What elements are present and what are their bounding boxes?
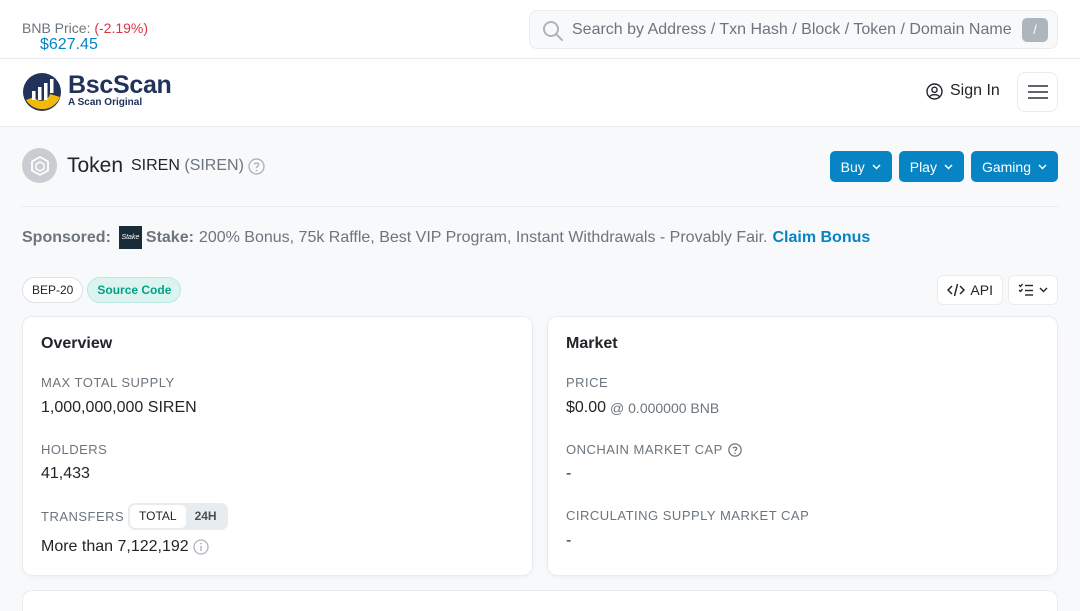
sign-in-label: Sign In bbox=[950, 82, 1000, 99]
hamburger-icon bbox=[1027, 85, 1048, 99]
market-title: Market bbox=[566, 335, 618, 352]
token-badges: BEP-20 Source Code bbox=[22, 277, 182, 303]
sign-in-link[interactable]: Sign In bbox=[926, 82, 1000, 100]
chevron-down-icon bbox=[944, 163, 953, 170]
overview-title: Overview bbox=[41, 335, 113, 352]
overview-card: Overview MAX TOTAL SUPPLY 1,000,000,000 … bbox=[22, 316, 533, 576]
claim-bonus-link[interactable]: Claim Bonus bbox=[772, 229, 870, 247]
bscscan-logo-icon[interactable] bbox=[22, 72, 62, 112]
token-name: SIREN (SIREN) bbox=[131, 157, 244, 175]
circ-mcap-label: CIRCULATING SUPPLY MARKET CAP bbox=[566, 508, 810, 523]
buy-button[interactable]: Buy bbox=[829, 151, 892, 182]
search-box[interactable]: / bbox=[529, 10, 1058, 49]
chevron-down-icon bbox=[1038, 163, 1047, 170]
top-bar: BNB Price: $627.45 (-2.19%) / bbox=[0, 0, 1080, 59]
header-divider bbox=[22, 206, 1058, 207]
token-name-text: SIREN bbox=[131, 157, 180, 174]
brand-tagline: A Scan Original bbox=[68, 97, 143, 108]
price-bnb: @ 0.000000 BNB bbox=[610, 400, 720, 416]
token-symbol: (SIREN) bbox=[184, 157, 244, 174]
price-usd: $0.00 bbox=[566, 399, 607, 416]
transfers-tab-total[interactable]: TOTAL bbox=[130, 505, 186, 528]
stake-logo-icon[interactable]: Stake bbox=[118, 226, 142, 249]
chevron-down-icon bbox=[1039, 287, 1048, 293]
menu-toggle-button[interactable] bbox=[1017, 72, 1058, 112]
api-label: API bbox=[970, 282, 993, 298]
more-options-button[interactable] bbox=[1008, 275, 1058, 305]
transfers-tab-24h[interactable]: 24H bbox=[186, 505, 226, 528]
onchain-mcap-label-text: ONCHAIN MARKET CAP bbox=[566, 442, 723, 457]
token-actions: Buy Play Gaming bbox=[829, 151, 1058, 182]
search-input[interactable] bbox=[572, 13, 1012, 46]
token-header: Token SIREN (SIREN) Buy Play Gaming bbox=[22, 148, 1058, 184]
gaming-button[interactable]: Gaming bbox=[970, 151, 1058, 182]
help-icon[interactable] bbox=[728, 442, 742, 457]
main-navbar: BscScan A Scan Original Sign In bbox=[0, 59, 1080, 127]
transfers-value: More than 7,122,192 bbox=[41, 538, 209, 556]
list-check-icon bbox=[1018, 283, 1033, 296]
price-label: PRICE bbox=[566, 375, 609, 390]
gaming-label: Gaming bbox=[981, 158, 1031, 175]
toolbar: API bbox=[937, 275, 1058, 305]
onchain-mcap-label: ONCHAIN MARKET CAP bbox=[566, 442, 742, 457]
code-icon bbox=[947, 283, 966, 297]
chevron-down-icon bbox=[872, 163, 881, 170]
transfers-label: TRANSFERS bbox=[41, 509, 125, 524]
price-value: $0.00 @ 0.000000 BNB bbox=[566, 399, 719, 417]
token-logo-icon bbox=[22, 148, 57, 183]
max-supply-label: MAX TOTAL SUPPLY bbox=[41, 375, 175, 390]
market-card: Market PRICE $0.00 @ 0.000000 BNB ONCHAI… bbox=[547, 316, 1058, 576]
transfers-value-text: More than 7,122,192 bbox=[41, 538, 189, 555]
search-shortcut-key: / bbox=[1022, 18, 1048, 42]
sponsored-banner: Sponsored: Stake Stake: 200% Bonus, 75k … bbox=[22, 226, 870, 249]
brand-name[interactable]: BscScan bbox=[68, 71, 172, 100]
api-button[interactable]: API bbox=[937, 275, 1003, 305]
transfers-toggle: TOTAL 24H bbox=[128, 503, 228, 530]
source-code-badge[interactable]: Source Code bbox=[87, 277, 182, 303]
bep20-badge[interactable]: BEP-20 bbox=[22, 277, 84, 303]
bnb-price-value[interactable]: $627.45 bbox=[40, 36, 98, 54]
circ-mcap-value: - bbox=[566, 532, 572, 549]
sponsored-label: Sponsored: bbox=[22, 228, 111, 246]
max-supply-value: 1,000,000,000 SIREN bbox=[41, 399, 197, 416]
next-section-card bbox=[22, 590, 1058, 611]
holders-label: HOLDERS bbox=[41, 442, 108, 457]
info-icon[interactable] bbox=[193, 539, 209, 555]
sponsor-name: Stake: bbox=[145, 228, 194, 246]
holders-value: 41,433 bbox=[41, 465, 90, 482]
bnb-price: BNB Price: $627.45 (-2.19%) bbox=[22, 20, 149, 53]
play-label: Play bbox=[909, 158, 937, 175]
buy-label: Buy bbox=[840, 158, 865, 175]
onchain-mcap-value: - bbox=[566, 465, 572, 482]
page-title: Token bbox=[67, 154, 124, 177]
user-circle-icon bbox=[926, 82, 943, 100]
bnb-price-change: (-2.19%) bbox=[94, 20, 149, 36]
play-button[interactable]: Play bbox=[898, 151, 964, 182]
help-icon[interactable] bbox=[248, 158, 265, 175]
sponsor-text: 200% Bonus, 75k Raffle, Best VIP Program… bbox=[198, 228, 768, 246]
search-icon bbox=[543, 21, 563, 41]
bnb-price-label: BNB Price: bbox=[22, 20, 91, 36]
